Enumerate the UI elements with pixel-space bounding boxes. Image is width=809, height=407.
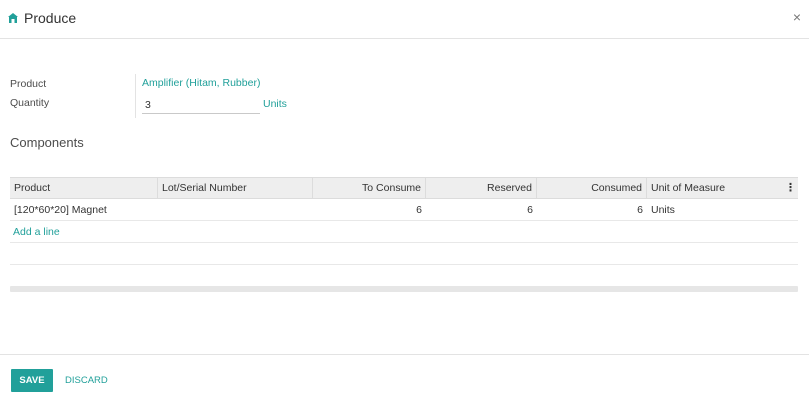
product-label: Product — [10, 78, 47, 90]
save-button[interactable]: SAVE — [11, 369, 53, 392]
cell-product[interactable]: [120*60*20] Magnet — [10, 199, 158, 221]
components-section-title: Components — [10, 135, 84, 150]
add-line-link[interactable]: Add a line — [13, 221, 60, 243]
discard-button[interactable]: DISCARD — [65, 375, 108, 386]
cell-lot[interactable] — [158, 199, 313, 221]
table-row[interactable]: [120*60*20] Magnet 6 6 6 Units — [10, 199, 798, 221]
cell-uom[interactable]: Units — [647, 199, 784, 221]
column-header-product[interactable]: Product — [10, 178, 158, 199]
cell-reserved[interactable]: 6 — [426, 199, 537, 221]
column-header-consumed[interactable]: Consumed — [537, 178, 647, 199]
close-icon[interactable]: × — [793, 9, 801, 25]
horizontal-scrollbar[interactable] — [10, 286, 798, 292]
dialog-footer: SAVE DISCARD — [0, 354, 809, 407]
column-header-lot[interactable]: Lot/Serial Number — [158, 178, 313, 199]
column-header-reserved[interactable]: Reserved — [426, 178, 537, 199]
quantity-uom-link[interactable]: Units — [263, 98, 287, 110]
column-options-icon[interactable]: ⋮ — [785, 178, 796, 199]
column-header-to-consume[interactable]: To Consume — [313, 178, 426, 199]
dialog-header: Produce × — [0, 0, 809, 39]
components-table: Product Lot/Serial Number To Consume Res… — [10, 177, 798, 265]
form-separator — [135, 74, 136, 118]
cell-to-consume[interactable]: 6 — [313, 199, 426, 221]
column-header-uom[interactable]: Unit of Measure — [647, 178, 784, 199]
factory-icon — [8, 12, 18, 24]
quantity-input[interactable] — [142, 96, 260, 114]
empty-row — [10, 243, 798, 265]
table-header: Product Lot/Serial Number To Consume Res… — [10, 177, 798, 199]
quantity-label: Quantity — [10, 97, 50, 109]
add-line-row: Add a line — [10, 221, 798, 243]
cell-consumed[interactable]: 6 — [537, 199, 647, 221]
product-link[interactable]: Amplifier (Hitam, Rubber) — [142, 77, 260, 89]
dialog-title: Produce — [24, 10, 77, 26]
